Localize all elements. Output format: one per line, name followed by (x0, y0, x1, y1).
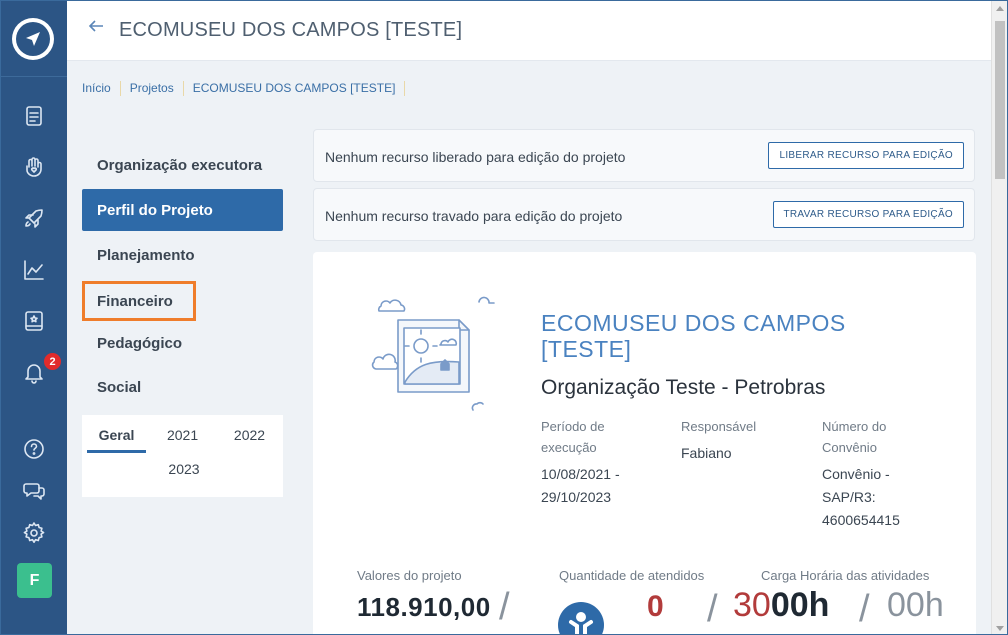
notification-badge: 2 (43, 352, 62, 371)
project-name: ECOMUSEU DOS CAMPOS [TESTE] (541, 310, 846, 362)
menu-item-financeiro[interactable]: Financeiro (82, 281, 196, 321)
hours-planned-prefix: 30 (733, 586, 771, 624)
hours-done: 00h (887, 586, 944, 624)
attendees-label: Quantidade de atendidos (559, 568, 705, 583)
values-separator: / (499, 586, 510, 628)
responsible-value: Fabiano (681, 445, 732, 461)
breadcrumb-current[interactable]: ECOMUSEU DOS CAMPOS [TESTE] (184, 81, 406, 96)
tab-2021[interactable]: 2021 (149, 423, 216, 453)
hours-planned-bold: 00h (770, 586, 830, 624)
header: ECOMUSEU DOS CAMPOS [TESTE] (67, 1, 991, 61)
user-avatar[interactable]: F (17, 563, 52, 598)
menu-item-planejamento[interactable]: Planejamento (82, 233, 283, 277)
attendees-separator: / (707, 588, 718, 630)
project-profile-card: ECOMUSEU DOS CAMPOS [TESTE] Organização … (313, 252, 976, 634)
responsible-label: Responsável (681, 419, 757, 434)
chart-line-icon[interactable] (20, 256, 48, 284)
scroll-up-arrow-icon[interactable] (996, 6, 1004, 11)
values-amount: 118.910,00 (357, 592, 491, 622)
sidebar-divider (1, 76, 67, 77)
attendees-value: 0 (647, 590, 664, 623)
notice-locked: Nenhum recurso travado para edição do pr… (313, 188, 975, 241)
menu-item-pedagogico[interactable]: Pedagógico (82, 321, 283, 365)
breadcrumb-home[interactable]: Início (82, 81, 121, 96)
breadcrumb-projects[interactable]: Projetos (121, 81, 184, 96)
gear-icon[interactable] (20, 519, 48, 547)
release-resource-button[interactable]: LIBERAR RECURSO PARA EDIÇÃO (768, 142, 964, 169)
scroll-down-arrow-icon[interactable] (996, 626, 1004, 631)
values-label: Valores do projeto (357, 568, 462, 583)
agreement-value: Convênio - SAP/R3: 4600654415 (822, 466, 900, 528)
project-image-placeholder-icon (371, 294, 511, 424)
tab-geral[interactable]: Geral (87, 423, 147, 453)
notice-released-text: Nenhum recurso liberado para edição do p… (325, 149, 626, 165)
breadcrumb: Início Projetos ECOMUSEU DOS CAMPOS [TES… (82, 81, 406, 96)
year-tabs: Geral 2021 2022 2023 (82, 415, 283, 497)
tab-2023[interactable]: 2023 (150, 457, 218, 487)
chat-icon[interactable] (20, 477, 48, 505)
logo-icon[interactable] (12, 18, 54, 60)
organization-name: Organização Teste - Petrobras (541, 376, 826, 399)
agreement-field: Número do Convênio Convênio - SAP/R3: 46… (822, 416, 962, 532)
period-label: Período de execução (541, 419, 605, 455)
scrollbar-thumb[interactable] (995, 21, 1005, 179)
hours-separator: / (859, 588, 870, 630)
project-menu: Organização executora Perfil do Projeto … (82, 143, 283, 497)
scrollbar[interactable] (991, 1, 1007, 634)
people-icon (558, 602, 604, 634)
responsible-field: Responsável Fabiano (681, 416, 821, 465)
menu-item-social[interactable]: Social (82, 365, 283, 409)
app-window: 2 F ECOMUSEU DOS CAMPOS [TESTE] Início P… (0, 0, 1008, 635)
hand-heart-icon[interactable] (20, 153, 48, 181)
document-icon[interactable] (20, 102, 48, 130)
menu-item-organizacao[interactable]: Organização executora (82, 143, 283, 187)
back-arrow-icon[interactable] (87, 17, 107, 37)
book-star-icon[interactable] (20, 307, 48, 335)
lock-resource-button[interactable]: TRAVAR RECURSO PARA EDIÇÃO (772, 201, 964, 228)
hours-label: Carga Horária das atividades (761, 568, 930, 583)
hours-planned: 3000h (733, 586, 829, 625)
tab-2022[interactable]: 2022 (216, 423, 283, 453)
period-field: Período de execução 10/08/2021 - 29/10/2… (541, 416, 681, 509)
rocket-icon[interactable] (20, 205, 48, 233)
period-value: 10/08/2021 - 29/10/2023 (541, 466, 620, 505)
agreement-label: Número do Convênio (822, 419, 887, 455)
notice-locked-text: Nenhum recurso travado para edição do pr… (325, 208, 623, 224)
notice-released: Nenhum recurso liberado para edição do p… (313, 129, 975, 182)
menu-item-perfil[interactable]: Perfil do Projeto (82, 189, 283, 231)
sidebar: 2 F (1, 1, 67, 634)
help-icon[interactable] (20, 435, 48, 463)
page-title: ECOMUSEU DOS CAMPOS [TESTE] (119, 19, 463, 41)
